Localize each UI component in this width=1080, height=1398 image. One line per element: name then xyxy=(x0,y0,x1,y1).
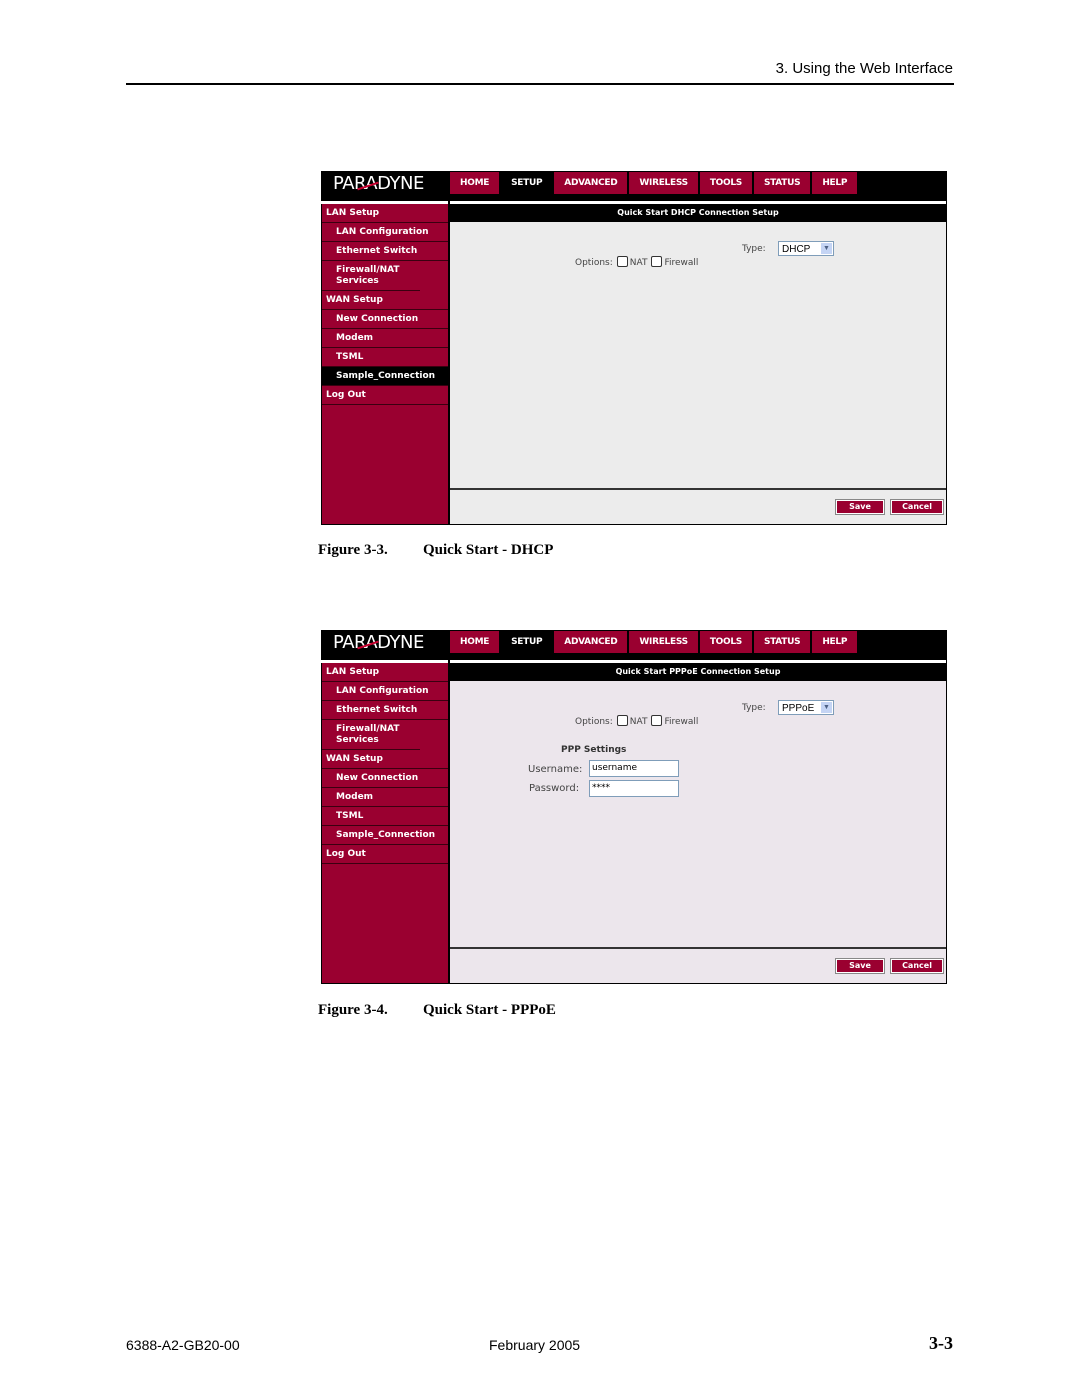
figure-title: Quick Start - DHCP xyxy=(423,542,554,558)
doc-number: 6388-A2-GB20-00 xyxy=(126,1337,240,1353)
content-title: Quick Start DHCP Connection Setup xyxy=(450,204,946,222)
password-input[interactable]: **** xyxy=(589,780,679,797)
options-label: Options: xyxy=(575,258,613,268)
doc-date: February 2005 xyxy=(489,1337,581,1353)
sidebar-item-tsml[interactable]: TSML xyxy=(322,807,448,826)
type-select[interactable]: DHCP ▼ xyxy=(778,241,834,256)
nav-status[interactable]: STATUS xyxy=(753,631,811,653)
sidebar-item-sample-connection[interactable]: Sample_Connection xyxy=(322,826,448,845)
chevron-down-icon[interactable]: ▼ xyxy=(821,702,832,713)
screenshot-pppoe: PARADYNE HOME SETUP ADVANCED WIRELESS TO… xyxy=(321,630,947,984)
password-label: Password: xyxy=(529,783,580,794)
nat-checkbox[interactable] xyxy=(616,715,628,726)
content-title: Quick Start PPPoE Connection Setup xyxy=(450,663,946,681)
firewall-checkbox[interactable] xyxy=(651,256,663,267)
firewall-label: Firewall xyxy=(664,717,699,727)
type-select[interactable]: PPPoE ▼ xyxy=(778,700,834,715)
nav-tools[interactable]: TOOLS xyxy=(699,631,752,653)
sidebar-item-ethernet-switch[interactable]: Ethernet Switch xyxy=(322,701,448,720)
header-rule xyxy=(126,83,954,85)
sidebar-item-new-connection[interactable]: New Connection xyxy=(322,310,448,329)
sidebar-item-lan-configuration[interactable]: LAN Configuration xyxy=(322,223,448,242)
nav-help[interactable]: HELP xyxy=(812,172,858,194)
firewall-label: Firewall xyxy=(664,258,699,268)
nav-tools[interactable]: TOOLS xyxy=(699,172,752,194)
nav-setup[interactable]: SETUP xyxy=(501,172,553,194)
username-label: Username: xyxy=(528,764,583,775)
sidebar-item-ethernet-switch[interactable]: Ethernet Switch xyxy=(322,242,448,261)
top-bar: PARADYNE HOME SETUP ADVANCED WIRELESS TO… xyxy=(321,630,947,658)
page-number: 3-3 xyxy=(929,1333,953,1353)
save-button[interactable]: Save xyxy=(835,499,885,515)
figure-caption: Figure 3-3. Quick Start - DHCP xyxy=(318,542,553,559)
screenshot-dhcp: PARADYNE HOME SETUP ADVANCED WIRELESS TO… xyxy=(321,171,947,525)
nav-wireless[interactable]: WIRELESS xyxy=(629,172,698,194)
ppp-settings-heading: PPP Settings xyxy=(561,745,627,755)
button-bar: Save Cancel xyxy=(450,488,946,524)
sidebar-item-firewall-nat[interactable]: Firewall/NAT Services xyxy=(322,720,420,750)
content-panel: Quick Start PPPoE Connection Setup Type:… xyxy=(450,663,946,983)
sidebar-item-lan-setup[interactable]: LAN Setup xyxy=(322,663,448,682)
sidebar-item-log-out[interactable]: Log Out xyxy=(322,386,448,405)
nav-status[interactable]: STATUS xyxy=(753,172,811,194)
sidebar: LAN Setup LAN Configuration Ethernet Swi… xyxy=(322,663,448,983)
figure-title: Quick Start - PPPoE xyxy=(423,1002,556,1018)
figure-caption: Figure 3-4. Quick Start - PPPoE xyxy=(318,1002,556,1019)
save-button[interactable]: Save xyxy=(835,958,885,974)
top-bar: PARADYNE HOME SETUP ADVANCED WIRELESS TO… xyxy=(321,171,947,199)
sidebar-item-modem[interactable]: Modem xyxy=(322,788,448,807)
nav-home[interactable]: HOME xyxy=(450,172,500,194)
button-bar: Save Cancel xyxy=(450,947,946,983)
sidebar-item-modem[interactable]: Modem xyxy=(322,329,448,348)
chevron-down-icon[interactable]: ▼ xyxy=(821,243,832,254)
nav-advanced[interactable]: ADVANCED xyxy=(554,631,628,653)
cancel-button[interactable]: Cancel xyxy=(890,499,944,515)
figure-number: Figure 3-3. xyxy=(318,542,388,558)
nav-setup[interactable]: SETUP xyxy=(501,631,553,653)
nav-wireless[interactable]: WIRELESS xyxy=(629,631,698,653)
cancel-button[interactable]: Cancel xyxy=(890,958,944,974)
nat-label: NAT xyxy=(629,258,648,268)
sidebar-item-sample-connection[interactable]: Sample_Connection xyxy=(322,367,448,386)
type-label: Type: xyxy=(742,703,766,713)
running-head: 3. Using the Web Interface xyxy=(775,60,953,77)
sidebar-item-lan-configuration[interactable]: LAN Configuration xyxy=(322,682,448,701)
figure-number: Figure 3-4. xyxy=(318,1002,388,1018)
sidebar-item-new-connection[interactable]: New Connection xyxy=(322,769,448,788)
nat-label: NAT xyxy=(629,717,648,727)
type-value: PPPoE xyxy=(782,703,815,714)
username-input[interactable]: username xyxy=(589,760,679,777)
sidebar-item-wan-setup[interactable]: WAN Setup xyxy=(322,750,448,769)
sidebar-item-firewall-nat[interactable]: Firewall/NAT Services xyxy=(322,261,420,291)
options-row: Options: NAT Firewall xyxy=(575,256,698,268)
main-nav: HOME SETUP ADVANCED WIRELESS TOOLS STATU… xyxy=(450,631,858,653)
nat-checkbox[interactable] xyxy=(616,256,628,267)
sidebar-item-tsml[interactable]: TSML xyxy=(322,348,448,367)
nav-advanced[interactable]: ADVANCED xyxy=(554,172,628,194)
main-nav: HOME SETUP ADVANCED WIRELESS TOOLS STATU… xyxy=(450,172,858,194)
sidebar-item-lan-setup[interactable]: LAN Setup xyxy=(322,204,448,223)
nav-help[interactable]: HELP xyxy=(812,631,858,653)
sidebar-item-log-out[interactable]: Log Out xyxy=(322,845,448,864)
sidebar: LAN Setup LAN Configuration Ethernet Swi… xyxy=(322,204,448,524)
nav-home[interactable]: HOME xyxy=(450,631,500,653)
options-row: Options: NAT Firewall xyxy=(575,715,698,727)
type-value: DHCP xyxy=(782,244,811,255)
options-label: Options: xyxy=(575,717,613,727)
type-label: Type: xyxy=(742,244,766,254)
firewall-checkbox[interactable] xyxy=(651,715,663,726)
content-panel: Quick Start DHCP Connection Setup Type: … xyxy=(450,204,946,524)
sidebar-item-wan-setup[interactable]: WAN Setup xyxy=(322,291,448,310)
